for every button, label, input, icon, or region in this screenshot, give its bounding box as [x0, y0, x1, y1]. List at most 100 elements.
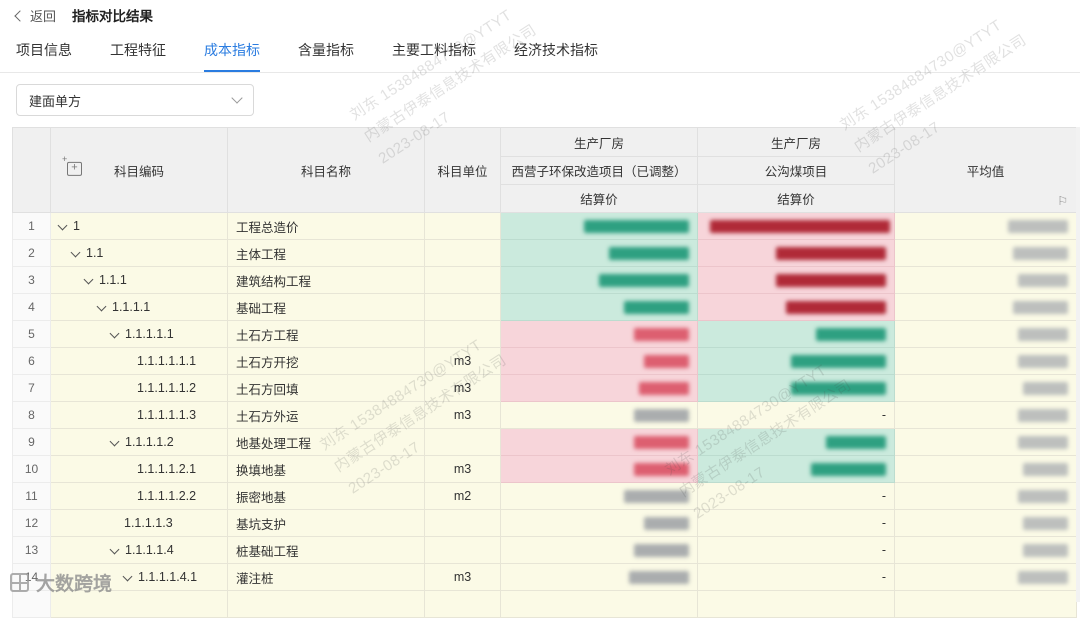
expand-caret-icon[interactable]: [96, 301, 107, 311]
value-cell-project1: [500, 320, 698, 348]
metric-select-value: 建面单方: [29, 93, 82, 109]
tab-5[interactable]: 经济技术指标: [514, 30, 598, 72]
table-row: 10 1.1.1.1.2.1 换填地基 m3: [12, 455, 1077, 483]
code-cell: 1.1.1.1.4: [50, 536, 228, 564]
filler-cell: [424, 590, 501, 618]
name-cell: 振密地基: [227, 482, 425, 510]
expand-caret-icon[interactable]: [83, 274, 94, 284]
unit-cell: m3: [424, 401, 501, 429]
redacted-value: [1018, 571, 1068, 585]
table-row: 6 1.1.1.1.1.1 土石方开挖 m3: [12, 347, 1077, 375]
value-cell-project2: [697, 212, 895, 240]
table-row: 7 1.1.1.1.1.2 土石方回填 m3: [12, 374, 1077, 402]
row-index-cell: 2: [12, 239, 51, 267]
expand-caret-icon[interactable]: [70, 247, 81, 257]
redacted-value: [1018, 274, 1068, 288]
subject-code: 1.1.1.1.1.1: [137, 354, 197, 368]
row-index-cell: 5: [12, 320, 51, 348]
tab-2[interactable]: 成本指标: [204, 30, 260, 72]
expand-caret-icon[interactable]: [57, 220, 68, 230]
header-subject-name: 科目名称: [227, 127, 425, 213]
code-cell: 1.1.1.1: [50, 293, 228, 321]
average-cell: [894, 293, 1077, 321]
subject-code: 1.1.1: [99, 273, 127, 287]
value-cell-project2: -: [697, 509, 895, 537]
row-index-cell: 10: [12, 455, 51, 483]
unit-cell: m3: [424, 563, 501, 591]
top-bar: 返回 指标对比结果: [0, 0, 1080, 30]
tab-3[interactable]: 含量指标: [298, 30, 354, 72]
metric-select[interactable]: 建面单方: [16, 84, 254, 116]
name-cell: 土石方工程: [227, 320, 425, 348]
code-cell: 1.1.1.1.1.2: [50, 374, 228, 402]
name-cell: 地基处理工程: [227, 428, 425, 456]
redacted-value: [1018, 490, 1068, 504]
redacted-value: [584, 220, 689, 234]
redacted-value: [644, 355, 689, 369]
redacted-value: [776, 247, 886, 261]
tab-0[interactable]: 项目信息: [16, 30, 72, 72]
average-cell: [894, 347, 1077, 375]
page-title: 指标对比结果: [72, 9, 154, 24]
table-row: 14 1.1.1.1.4.1 灌注桩 m3 -: [12, 563, 1077, 591]
redacted-value: [1008, 220, 1068, 234]
filler-cell: [12, 590, 51, 618]
tab-1[interactable]: 工程特征: [110, 30, 166, 72]
flag-icon[interactable]: ⚐: [1057, 195, 1068, 207]
chevron-down-icon: [231, 92, 243, 104]
average-cell: [894, 455, 1077, 483]
header-subject-code: 科目编码: [50, 127, 228, 213]
expand-caret-icon[interactable]: [109, 544, 120, 554]
average-cell: [894, 266, 1077, 294]
redacted-value: [1023, 544, 1068, 558]
code-cell: 1.1.1.1.4.1: [50, 563, 228, 591]
value-cell-project2: -: [697, 401, 895, 429]
average-cell: [894, 239, 1077, 267]
row-index-cell: 13: [12, 536, 51, 564]
value-cell-project1: [500, 401, 698, 429]
average-cell: [894, 509, 1077, 537]
subject-code: 1.1.1.1.1: [125, 327, 174, 341]
table-body: 1 1 工程总造价 2 1.1 主体工程 3 1.1.1 建筑结构工程 4 1.1.1.1 基础工程 5…: [12, 212, 1077, 618]
header-group2-pricetype: 结算价: [697, 184, 895, 213]
redacted-value: [811, 463, 886, 477]
filler-cell: [50, 590, 228, 618]
expand-caret-icon[interactable]: [109, 436, 120, 446]
unit-cell: [424, 509, 501, 537]
row-index-cell: 8: [12, 401, 51, 429]
subject-code: 1.1.1.1.2.1: [137, 462, 197, 476]
unit-cell: [424, 293, 501, 321]
vertical-scrollbar[interactable]: [1076, 127, 1080, 602]
code-cell: 1.1.1.1.1.3: [50, 401, 228, 429]
expand-caret-icon[interactable]: [122, 571, 133, 581]
code-cell: 1.1.1: [50, 266, 228, 294]
value-cell-project1: [500, 374, 698, 402]
table-row: 3 1.1.1 建筑结构工程: [12, 266, 1077, 294]
average-cell: [894, 428, 1077, 456]
value-cell-project2: [697, 428, 895, 456]
value-cell-project1: [500, 428, 698, 456]
redacted-value: [1018, 436, 1068, 450]
subject-code: 1.1.1.1.1.2: [137, 381, 197, 395]
code-cell: 1.1.1.1.3: [50, 509, 228, 537]
redacted-value: [791, 355, 886, 369]
row-index-cell: 4: [12, 293, 51, 321]
value-cell-project2: [697, 266, 895, 294]
header-average: 平均值 ⚐: [894, 127, 1077, 213]
header-group1-project: 西营子环保改造项目（已调整）: [500, 156, 698, 185]
code-cell: 1.1.1.1.2: [50, 428, 228, 456]
header-group2-title: 生产厂房: [697, 127, 895, 157]
name-cell: 基坑支护: [227, 509, 425, 537]
subject-code: 1.1.1.1.2.2: [137, 489, 197, 503]
header-group2-project: 公沟煤项目: [697, 156, 895, 185]
value-cell-project2: [697, 239, 895, 267]
redacted-value: [634, 436, 689, 450]
tab-4[interactable]: 主要工料指标: [392, 30, 476, 72]
back-button[interactable]: 返回: [14, 6, 56, 25]
table-row: 8 1.1.1.1.1.3 土石方外运 m3 -: [12, 401, 1077, 429]
subject-code: 1.1: [86, 246, 104, 260]
add-column-icon[interactable]: [62, 155, 82, 176]
expand-caret-icon[interactable]: [109, 328, 120, 338]
value-cell-project2: -: [697, 536, 895, 564]
value-cell-project1: [500, 563, 698, 591]
